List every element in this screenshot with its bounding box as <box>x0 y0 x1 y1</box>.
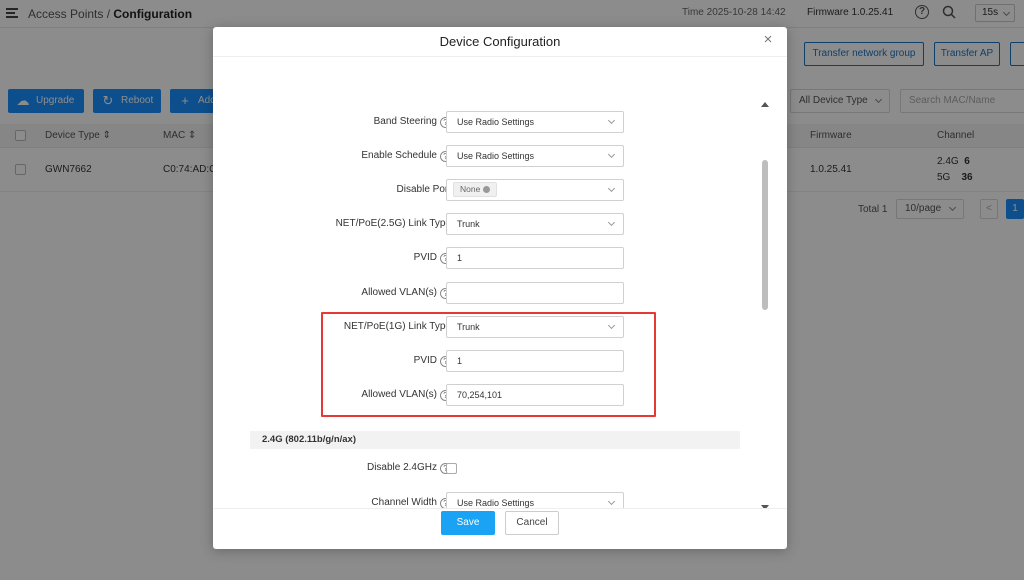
disable-port-label: Disable Port <box>396 184 451 195</box>
dialog-footer <box>213 508 787 549</box>
channel-width-label: Channel Width? <box>371 497 451 508</box>
link-type-25g-select[interactable]: Trunk <box>446 213 624 235</box>
section-24g-header: 2.4G (802.11b/g/n/ax) <box>250 431 740 449</box>
pvid-25g-input[interactable]: 1 <box>446 247 624 269</box>
enable-schedule-select[interactable]: Use Radio Settings <box>446 145 624 167</box>
cancel-button[interactable]: Cancel <box>505 511 559 535</box>
close-icon[interactable]: × <box>761 32 775 47</box>
channel-width-select[interactable]: Use Radio Settings <box>446 492 624 508</box>
highlight-box <box>321 312 656 417</box>
disable-port-tag: None <box>453 182 498 197</box>
allowed-vlan-25g-label: Allowed VLAN(s)? <box>361 287 451 299</box>
enable-schedule-label: Enable Schedule? <box>361 150 451 162</box>
disable-port-select[interactable]: None <box>446 179 624 201</box>
save-button[interactable]: Save <box>441 511 495 535</box>
band-steering-label: Band Steering? <box>374 116 451 128</box>
dialog-header: Device Configuration × <box>213 27 787 57</box>
disable-24ghz-label: Disable 2.4GHz? <box>367 462 451 474</box>
dialog-body[interactable]: Band Steering? Use Radio Settings Enable… <box>213 58 787 508</box>
device-configuration-dialog: Device Configuration × Band Steering? Us… <box>213 27 787 549</box>
scroll-up-arrow[interactable] <box>761 102 769 107</box>
band-steering-select[interactable]: Use Radio Settings <box>446 111 624 133</box>
dialog-title: Device Configuration <box>439 34 561 49</box>
tag-remove-icon[interactable] <box>483 186 491 193</box>
allowed-vlan-25g-input[interactable] <box>446 282 624 304</box>
link-type-25g-label: NET/PoE(2.5G) Link Type <box>335 218 451 229</box>
disable-24ghz-checkbox[interactable] <box>446 463 457 474</box>
scrollbar-thumb[interactable] <box>762 160 768 310</box>
